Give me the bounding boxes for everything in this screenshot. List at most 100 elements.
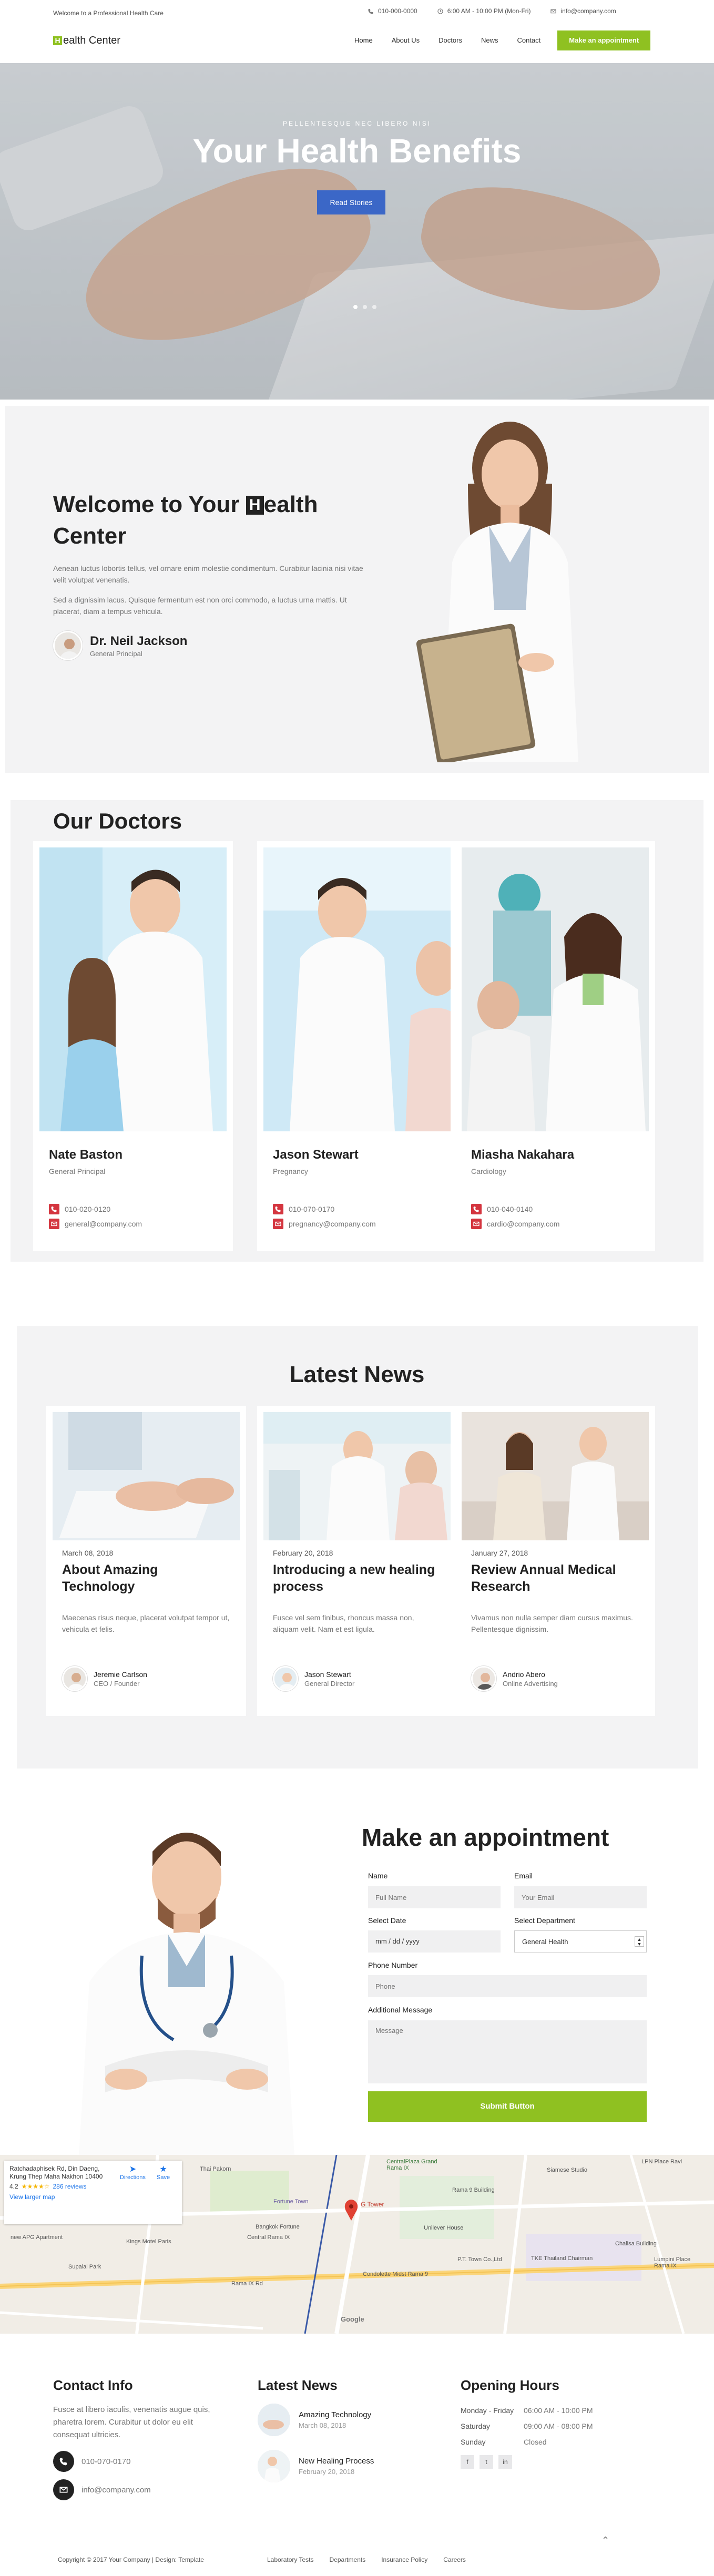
footer-news-date: March 08, 2018 (299, 2421, 346, 2429)
hours-time: 06:00 AM - 10:00 PM (524, 2406, 593, 2415)
welcome-paragraph-1: Aenean luctus lobortis tellus, vel ornar… (53, 564, 363, 584)
social-links: f t in (461, 2455, 512, 2469)
directions-icon: ➤ (129, 2165, 137, 2174)
envelope-icon (471, 1219, 482, 1229)
map-place-label[interactable]: G Tower (361, 2201, 384, 2208)
doctor-card-1[interactable]: Nate Baston General Principal 010-020-01… (33, 841, 233, 1251)
news-card-3[interactable]: January 27, 2018 Review Annual Medical R… (455, 1406, 655, 1716)
top-phone[interactable]: 010-000-0000 (368, 7, 417, 15)
news-excerpt: Vivamus non nulla semper diam cursus max… (471, 1613, 633, 1633)
email-label: Email (514, 1872, 533, 1880)
news-author-name: Jeremie Carlson (94, 1670, 147, 1679)
map-reviews-link[interactable]: 286 reviews (53, 2183, 86, 2190)
news-author-avatar (471, 1666, 496, 1691)
nav-about[interactable]: About Us (382, 30, 429, 50)
department-select-value: General Health (522, 1938, 568, 1946)
news-headline[interactable]: Review Annual Medical Research (471, 1561, 634, 1595)
top-email[interactable]: info@company.com (550, 7, 616, 15)
hours-day: Saturday (461, 2422, 491, 2430)
facebook-icon[interactable]: f (461, 2455, 474, 2469)
hours-day: Sunday (461, 2438, 486, 2446)
message-label: Additional Message (368, 2006, 433, 2014)
phone-input[interactable] (368, 1975, 647, 1997)
map-label-chalisa: Chalisa Building (615, 2241, 657, 2247)
doctor-phone-text: 010-070-0170 (289, 1205, 335, 1213)
back-to-top-icon[interactable]: ⌃ (601, 2535, 613, 2547)
footer-phone-text: 010-070-0170 (81, 2457, 131, 2466)
news-card-2[interactable]: February 20, 2018 Introducing a new heal… (257, 1406, 457, 1716)
appointment-doctor-image (79, 1833, 294, 2155)
instagram-icon[interactable]: in (498, 2455, 512, 2469)
hours-row: Sunday Closed (461, 2434, 593, 2450)
footer-news-item[interactable]: New Healing Process February 20, 2018 (258, 2450, 374, 2482)
email-input[interactable] (514, 1886, 647, 1908)
footer-email-text: info@company.com (81, 2485, 151, 2495)
phone-icon (368, 8, 373, 14)
nav-home[interactable]: Home (345, 30, 382, 50)
footer-phone[interactable]: 010-070-0170 (53, 2451, 130, 2472)
news-author: Andrio Abero Online Advertising (471, 1666, 558, 1691)
twitter-icon[interactable]: t (480, 2455, 493, 2469)
top-email-text: info@company.com (560, 7, 616, 15)
doctor-photo (462, 847, 649, 1131)
read-stories-button[interactable]: Read Stories (317, 190, 385, 214)
footer-news-date: February 20, 2018 (299, 2468, 355, 2476)
slider-dot-3[interactable] (372, 305, 376, 309)
doctor-email-text: general@company.com (65, 1220, 142, 1228)
view-larger-map-link[interactable]: View larger map (9, 2193, 177, 2201)
envelope-icon (49, 1219, 59, 1229)
author-role: General Principal (90, 649, 142, 658)
doctor-role: Cardiology (471, 1167, 506, 1175)
slider-dot-1[interactable] (353, 305, 358, 309)
footer-news-title: Latest News (258, 2377, 338, 2393)
hours-row: Monday - Friday 06:00 AM - 10:00 PM (461, 2403, 593, 2418)
nav-doctors[interactable]: Doctors (429, 30, 472, 50)
news-card-1[interactable]: March 08, 2018 About Amazing Technology … (46, 1406, 246, 1716)
appointment-title: Make an appointment (362, 1824, 609, 1851)
nav-contact[interactable]: Contact (507, 30, 550, 50)
news-author: Jason Stewart General Director (273, 1666, 354, 1691)
name-input[interactable] (368, 1886, 501, 1908)
map-label-central-rama9: Central Rama IX (247, 2234, 290, 2241)
phone-label: Phone Number (368, 1961, 418, 1969)
map-label-pt-town: P.T. Town Co.,Ltd (457, 2256, 502, 2263)
news-image (263, 1412, 451, 1540)
map-label-condolette: Condolette Midst Rama 9 (363, 2271, 429, 2277)
nav-news[interactable]: News (472, 30, 508, 50)
map-info-card: Ratchadaphisek Rd, Din Daeng, Krung Thep… (4, 2161, 182, 2224)
footer-email[interactable]: info@company.com (53, 2479, 151, 2500)
news-headline[interactable]: Introducing a new healing process (273, 1561, 436, 1595)
doctor-email[interactable]: pregnancy@company.com (273, 1219, 376, 1229)
hero-title: Your Health Benefits (192, 132, 522, 170)
hours-day: Monday - Friday (461, 2406, 514, 2415)
submit-button[interactable]: Submit Button (368, 2091, 647, 2122)
map-stars: ★★★★☆ (21, 2183, 50, 2190)
message-textarea[interactable] (368, 2020, 647, 2083)
news-headline[interactable]: About Amazing Technology (62, 1561, 225, 1595)
department-select[interactable]: General Health ▲ ▼ (514, 1930, 647, 1953)
map-save-button[interactable]: ★ Save (157, 2164, 170, 2181)
doctor-phone[interactable]: 010-020-0120 (49, 1204, 110, 1214)
date-input[interactable]: mm / dd / yyyy (368, 1930, 501, 1953)
doctor-email[interactable]: cardio@company.com (471, 1219, 559, 1229)
slider-dot-2[interactable] (363, 305, 367, 309)
envelope-icon (273, 1219, 283, 1229)
make-appointment-button[interactable]: Make an appointment (557, 30, 651, 50)
doctor-card-3[interactable]: Miasha Nakahara Cardiology 010-040-0140 … (455, 841, 655, 1251)
map-directions-button[interactable]: ➤ Directions (120, 2164, 146, 2181)
logo[interactable]: H ealth Center (53, 35, 120, 47)
top-hours: 6:00 AM - 10:00 PM (Mon-Fri) (437, 7, 531, 15)
footer-link-departments[interactable]: Departments (330, 2556, 366, 2563)
doctor-email-text: pregnancy@company.com (289, 1220, 376, 1228)
envelope-icon (53, 2479, 74, 2500)
doctor-phone[interactable]: 010-040-0140 (471, 1204, 533, 1214)
doctor-phone[interactable]: 010-070-0170 (273, 1204, 334, 1214)
footer-news-headline: New Healing Process (299, 2457, 374, 2466)
footer-news-item[interactable]: Amazing Technology March 08, 2018 (258, 2404, 371, 2436)
doctor-card-2[interactable]: Jason Stewart Pregnancy 010-070-0170 pre… (257, 841, 457, 1251)
footer-link-lab-tests[interactable]: Laboratory Tests (267, 2556, 314, 2563)
footer-link-insurance[interactable]: Insurance Policy (381, 2556, 427, 2563)
welcome-author: Dr. Neil Jackson General Principal (53, 631, 187, 660)
doctor-email[interactable]: general@company.com (49, 1219, 142, 1229)
footer-link-careers[interactable]: Careers (443, 2556, 466, 2563)
